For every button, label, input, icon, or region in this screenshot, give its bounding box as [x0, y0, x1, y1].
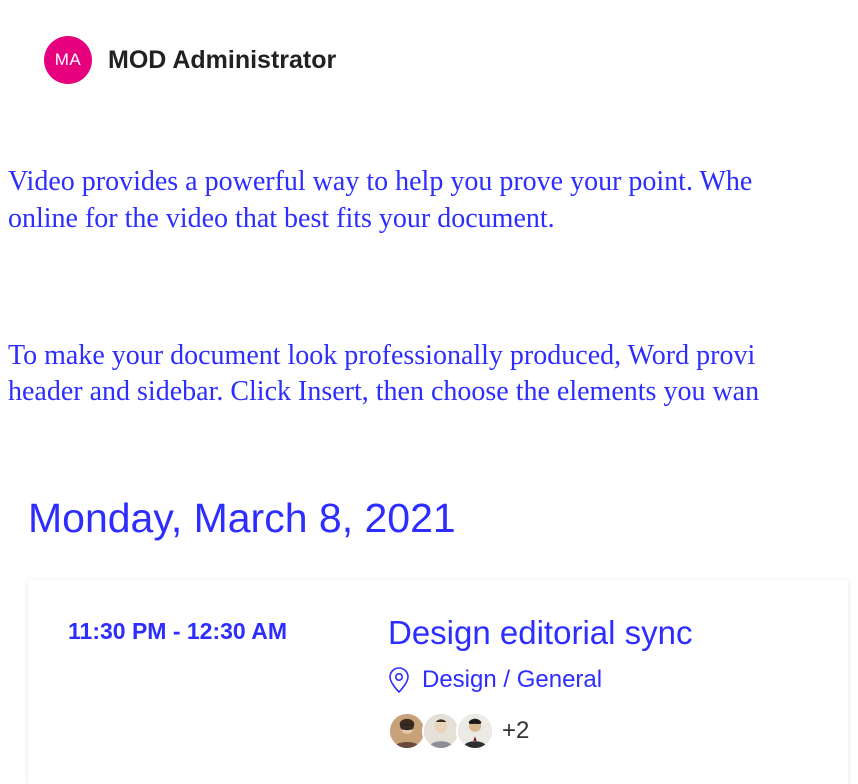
header: MA MOD Administrator — [0, 0, 858, 84]
event-time: 11:30 PM - 12:30 AM — [68, 614, 388, 750]
attendees: +2 — [388, 712, 692, 750]
attendee-avatar-2[interactable] — [422, 712, 460, 750]
event-location-text: Design / General — [422, 666, 602, 694]
attendee-overflow-count[interactable]: +2 — [502, 717, 529, 745]
event-location: Design / General — [388, 666, 692, 694]
attendee-avatar-1[interactable] — [388, 712, 426, 750]
paragraph-2: To make your document look professionall… — [8, 338, 858, 411]
event-title: Design editorial sync — [388, 614, 692, 652]
location-pin-icon — [388, 667, 410, 693]
paragraph-1: Video provides a powerful way to help yo… — [8, 164, 858, 237]
event-card[interactable]: 11:30 PM - 12:30 AM Design editorial syn… — [28, 580, 848, 784]
user-name: MOD Administrator — [108, 46, 336, 75]
event-details: Design editorial sync Design / General — [388, 614, 692, 750]
body-text: Video provides a powerful way to help yo… — [0, 84, 858, 447]
avatar-initials: MA — [55, 50, 82, 70]
avatar[interactable]: MA — [44, 36, 92, 84]
attendee-avatar-3[interactable] — [456, 712, 494, 750]
agenda-date-heading: Monday, March 8, 2021 — [0, 447, 858, 542]
